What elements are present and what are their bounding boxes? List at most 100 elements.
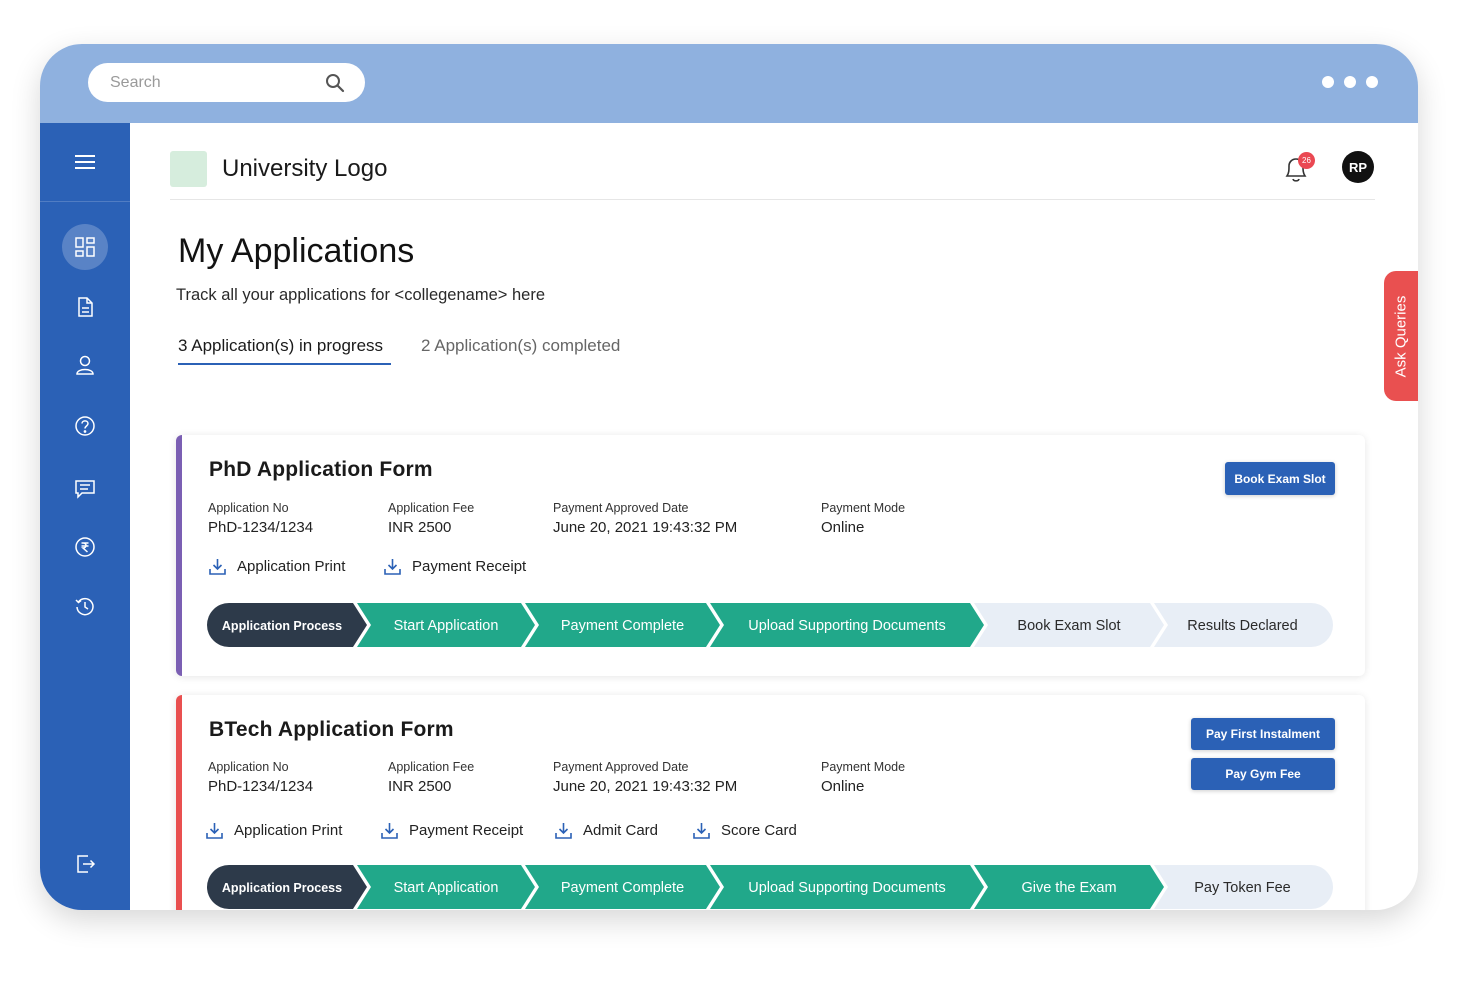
step-label: Application Process xyxy=(222,881,342,895)
pay-first-instalment-button[interactable]: Pay First Instalment xyxy=(1191,718,1335,750)
payment-receipt-link[interactable]: Payment Receipt xyxy=(380,821,523,840)
link-label: Application Print xyxy=(237,558,346,575)
download-icon xyxy=(384,559,401,575)
step-label: Payment Complete xyxy=(561,618,684,634)
active-tab-indicator xyxy=(178,363,391,365)
field-application-no: Application No PhD-1234/1234 xyxy=(208,501,313,536)
field-value: June 20, 2021 19:43:32 PM xyxy=(553,778,738,795)
sidebar-item-payments[interactable] xyxy=(62,524,108,570)
step-label: Upload Supporting Documents xyxy=(748,880,945,896)
tab-completed[interactable]: 2 Application(s) completed xyxy=(421,336,620,356)
field-application-fee: Application Fee INR 2500 xyxy=(388,760,474,795)
sidebar-item-dashboard[interactable] xyxy=(62,224,108,270)
sidebar-item-history[interactable] xyxy=(62,584,108,630)
search-icon[interactable] xyxy=(325,73,345,93)
field-value: Online xyxy=(821,519,865,536)
step-label: Upload Supporting Documents xyxy=(748,618,945,634)
field-value: PhD-1234/1234 xyxy=(208,778,314,795)
book-exam-slot-button[interactable]: Book Exam Slot xyxy=(1225,462,1335,495)
sidebar xyxy=(40,123,130,910)
field-label: Application Fee xyxy=(388,760,475,774)
chat-icon xyxy=(75,480,95,499)
score-card-link[interactable]: Score Card xyxy=(692,821,797,840)
sidebar-item-documents[interactable] xyxy=(62,284,108,330)
help-icon xyxy=(75,416,95,436)
download-icon xyxy=(693,823,710,839)
application-card-phd: PhD Application Form Application No PhD-… xyxy=(176,435,1365,676)
field-label: Application Fee xyxy=(388,501,475,515)
application-title: BTech Application Form xyxy=(209,718,454,741)
link-label: Score Card xyxy=(721,822,797,839)
field-payment-approved-date: Payment Approved Date June 20, 2021 19:4… xyxy=(553,501,737,536)
dashboard-icon xyxy=(75,237,95,257)
field-label: Payment Approved Date xyxy=(553,501,689,515)
user-avatar[interactable]: RP xyxy=(1342,151,1374,183)
main-content: University Logo 26 RP My Applications Tr… xyxy=(130,123,1418,910)
field-label: Application No xyxy=(208,760,289,774)
sidebar-item-messages[interactable] xyxy=(62,465,108,511)
field-payment-mode: Payment Mode Online xyxy=(821,501,905,536)
header-divider xyxy=(170,199,1375,200)
menu-icon[interactable] xyxy=(73,153,97,171)
step-label: Start Application xyxy=(394,880,499,896)
field-value: INR 2500 xyxy=(388,519,452,536)
field-value: INR 2500 xyxy=(388,778,452,795)
dot xyxy=(1322,76,1334,88)
field-application-fee: Application Fee INR 2500 xyxy=(388,501,474,536)
university-logo-placeholder xyxy=(170,151,207,187)
app-window: University Logo 26 RP My Applications Tr… xyxy=(40,44,1418,910)
step-label: Give the Exam xyxy=(1021,880,1116,896)
tab-in-progress[interactable]: 3 Application(s) in progress xyxy=(178,336,383,356)
application-card-btech: BTech Application Form Application No Ph… xyxy=(176,695,1365,910)
field-label: Payment Mode xyxy=(821,760,906,774)
pay-gym-fee-button[interactable]: Pay Gym Fee xyxy=(1191,758,1335,790)
sidebar-item-logout[interactable] xyxy=(62,841,108,887)
field-payment-approved-date: Payment Approved Date June 20, 2021 19:4… xyxy=(553,760,737,795)
more-dots-icon[interactable] xyxy=(1322,76,1378,88)
step-label: Book Exam Slot xyxy=(1017,618,1120,634)
link-label: Payment Receipt xyxy=(412,558,527,575)
field-application-no: Application No PhD-1234/1234 xyxy=(208,760,313,795)
download-icon xyxy=(555,823,572,839)
top-bar xyxy=(40,44,1418,123)
university-logo-text: University Logo xyxy=(222,155,388,182)
download-icon xyxy=(206,823,223,839)
field-value: Online xyxy=(821,778,865,795)
field-label: Payment Mode xyxy=(821,501,906,515)
field-value: PhD-1234/1234 xyxy=(208,519,314,536)
user-icon xyxy=(76,355,94,375)
history-icon xyxy=(75,597,94,616)
progress-steps-graphic: Application Process Start Application Paym… xyxy=(207,603,1333,647)
step-label: Start Application xyxy=(394,618,499,634)
dot xyxy=(1344,76,1356,88)
sidebar-item-profile[interactable] xyxy=(62,342,108,388)
step-label: Results Declared xyxy=(1187,618,1297,634)
field-label: Payment Approved Date xyxy=(553,760,689,774)
progress-steps: Application Process Start Application Paym… xyxy=(207,603,1333,647)
page-subtitle: Track all your applications for <college… xyxy=(176,286,546,304)
application-title: PhD Application Form xyxy=(209,458,433,481)
link-label: Admit Card xyxy=(583,822,659,839)
dot xyxy=(1366,76,1378,88)
progress-steps: Application Process Start Application Paym… xyxy=(207,865,1333,909)
search-input[interactable] xyxy=(110,73,325,92)
step-label: Pay Token Fee xyxy=(1194,880,1290,896)
field-label: Application No xyxy=(208,501,289,515)
application-print-link[interactable]: Application Print xyxy=(205,821,342,840)
step-label: Application Process xyxy=(222,619,342,633)
sidebar-item-help[interactable] xyxy=(62,403,108,449)
rupee-icon xyxy=(75,537,95,557)
notification-badge: 26 xyxy=(1298,152,1315,169)
link-label: Payment Receipt xyxy=(409,822,524,839)
ask-queries-label: Ask Queries xyxy=(1392,295,1410,377)
logout-icon xyxy=(77,855,96,873)
payment-receipt-link[interactable]: Payment Receipt xyxy=(383,557,526,576)
search-box[interactable] xyxy=(88,63,365,102)
admit-card-link[interactable]: Admit Card xyxy=(554,821,658,840)
application-print-link[interactable]: Application Print xyxy=(208,557,345,576)
ask-queries-label-wrap[interactable]: Ask Queries xyxy=(1384,271,1418,401)
download-icon xyxy=(209,559,226,575)
sidebar-divider xyxy=(40,201,130,202)
download-icon xyxy=(381,823,398,839)
field-payment-mode: Payment Mode Online xyxy=(821,760,905,795)
